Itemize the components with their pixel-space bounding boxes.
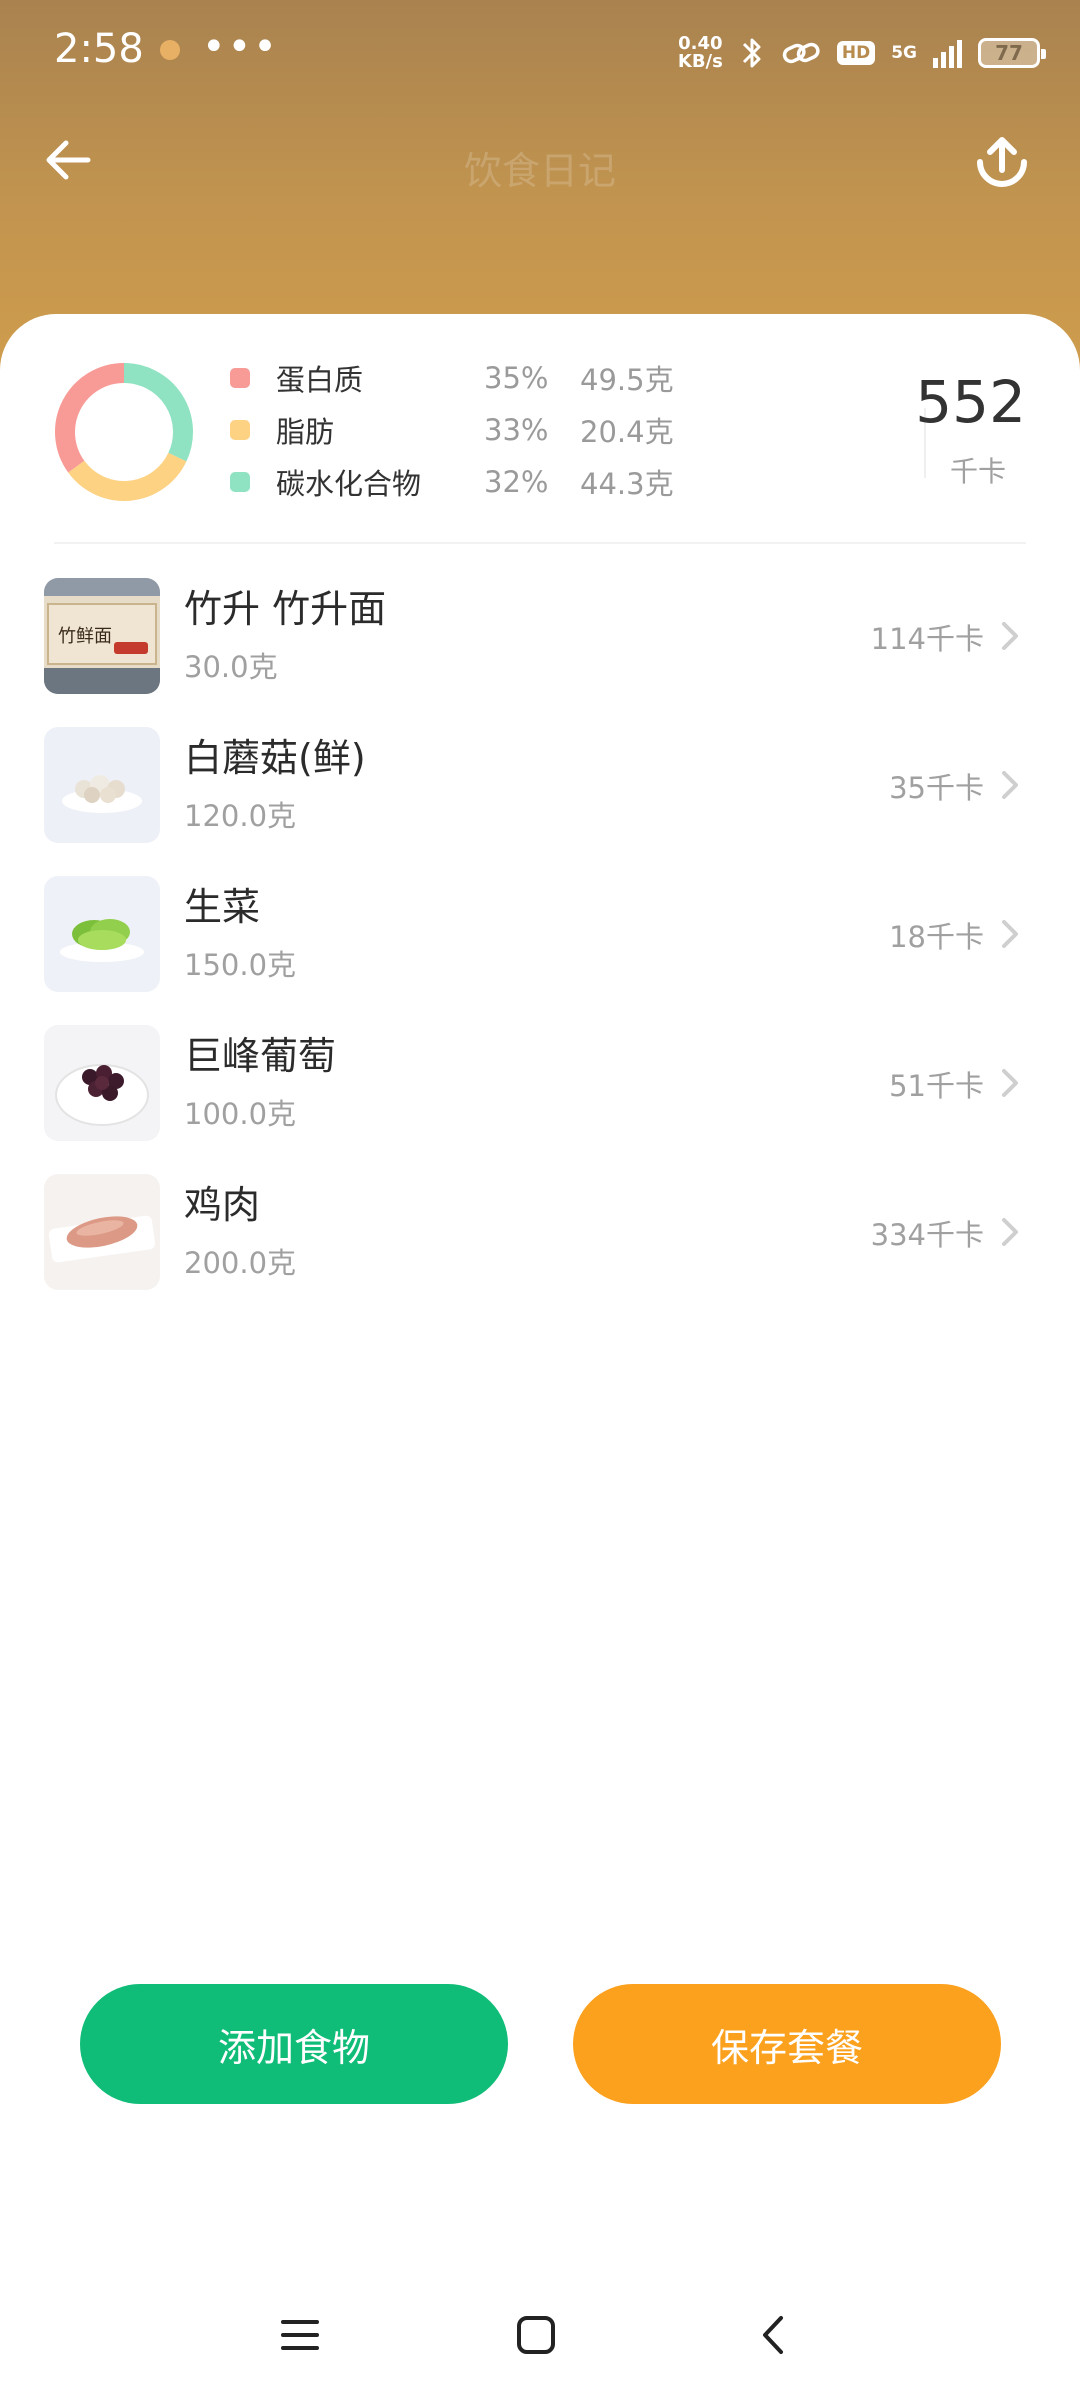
food-item[interactable]: 竹鲜面 竹升 竹升面 30.0克 114千卡 xyxy=(0,578,1080,708)
legend-percent: 32% xyxy=(484,465,549,499)
total-kcal-value: 552 xyxy=(915,368,1026,436)
donut-segment-2 xyxy=(123,363,193,462)
signal-strength-icon xyxy=(933,38,962,68)
legend-row-protein: 蛋白质 35% 49.5克 xyxy=(230,358,674,398)
network-speed-unit: KB/s xyxy=(677,51,723,72)
status-indicators: 0.40 KB/s HD 5G 77 xyxy=(678,30,1046,76)
battery-icon: 77 xyxy=(978,38,1046,68)
food-item[interactable]: 生菜 150.0克 18千卡 xyxy=(0,876,1080,1006)
food-thumbnail: 竹鲜面 xyxy=(44,578,160,694)
legend-name: 碳水化合物 xyxy=(276,467,422,501)
page-title: 饮食日记 xyxy=(463,149,616,193)
food-kcal: 114千卡 xyxy=(870,622,984,656)
chevron-right-icon xyxy=(1002,1069,1018,1097)
bluetooth-icon xyxy=(742,38,761,68)
food-thumbnail xyxy=(44,1025,160,1141)
status-bar: 2:58 ••• 0.40 KB/s HD 5G 77 xyxy=(0,0,1080,104)
food-thumbnail xyxy=(44,876,160,992)
system-navigation-bar xyxy=(0,2290,1080,2380)
chevron-right-icon xyxy=(1002,622,1018,650)
notification-app-icon xyxy=(160,40,180,60)
food-item[interactable]: 鸡肉 200.0克 334千卡 xyxy=(0,1174,1080,1304)
legend-row-fat: 脂肪 33% 20.4克 xyxy=(230,410,674,450)
chevron-right-icon xyxy=(1002,920,1018,948)
network-type: 5G xyxy=(891,43,917,63)
food-kcal: 334千卡 xyxy=(870,1218,984,1252)
legend-row-carbs: 碳水化合物 32% 44.3克 xyxy=(230,462,674,502)
food-name: 白蘑菇(鲜) xyxy=(184,736,366,780)
food-weight: 150.0克 xyxy=(184,948,297,982)
food-thumbnail xyxy=(44,727,160,843)
chevron-right-icon xyxy=(1002,771,1018,799)
food-weight: 30.0克 xyxy=(184,650,278,684)
back-triangle-icon[interactable] xyxy=(753,2314,795,2356)
food-item[interactable]: 白蘑菇(鲜) 120.0克 35千卡 xyxy=(0,727,1080,857)
legend-percent: 35% xyxy=(484,361,549,395)
macro-donut-chart xyxy=(55,363,193,501)
food-kcal: 51千卡 xyxy=(889,1069,984,1103)
save-meal-button[interactable]: 保存套餐 xyxy=(573,1984,1001,2104)
battery-level: 77 xyxy=(995,41,1023,65)
food-name: 竹升 竹升面 xyxy=(184,587,387,631)
food-name: 生菜 xyxy=(184,885,261,929)
link-icon xyxy=(782,42,820,64)
donut-segment-1 xyxy=(68,452,187,501)
hd-badge: HD xyxy=(836,41,876,65)
fat-color-dot xyxy=(230,420,250,440)
food-name: 鸡肉 xyxy=(184,1183,261,1227)
legend-grams: 49.5克 xyxy=(580,363,674,397)
legend-percent: 33% xyxy=(484,413,549,447)
legend-name: 蛋白质 xyxy=(276,363,364,397)
food-kcal: 35千卡 xyxy=(889,771,984,805)
legend-grams: 44.3克 xyxy=(580,467,674,501)
svg-text:竹鲜面: 竹鲜面 xyxy=(58,626,112,647)
food-weight: 200.0克 xyxy=(184,1246,297,1280)
chevron-right-icon xyxy=(1002,1218,1018,1246)
home-icon[interactable] xyxy=(515,2314,557,2356)
nutrition-summary: 蛋白质 35% 49.5克 脂肪 33% 20.4克 碳水化合物 32% 44.… xyxy=(54,358,1026,514)
donut-segment-0 xyxy=(55,363,125,473)
carbs-color-dot xyxy=(230,472,250,492)
status-time: 2:58 xyxy=(54,26,144,72)
share-button[interactable] xyxy=(968,128,1036,196)
legend-grams: 20.4克 xyxy=(580,415,674,449)
legend-name: 脂肪 xyxy=(276,415,335,449)
network-speed: 0.40 KB/s xyxy=(678,35,723,71)
food-name: 巨峰葡萄 xyxy=(184,1034,337,1078)
total-kcal-unit: 千卡 xyxy=(949,455,1006,488)
food-kcal: 18千卡 xyxy=(889,920,984,954)
menu-icon[interactable] xyxy=(279,2314,321,2356)
protein-color-dot xyxy=(230,368,250,388)
food-weight: 120.0克 xyxy=(184,799,297,833)
add-food-button[interactable]: 添加食物 xyxy=(80,1984,508,2104)
divider xyxy=(54,542,1026,544)
food-item[interactable]: 巨峰葡萄 100.0克 51千卡 xyxy=(0,1025,1080,1155)
food-thumbnail xyxy=(44,1174,160,1290)
more-notifications-icon: ••• xyxy=(202,24,279,70)
food-weight: 100.0克 xyxy=(184,1097,297,1131)
upload-share-icon xyxy=(977,137,1027,187)
